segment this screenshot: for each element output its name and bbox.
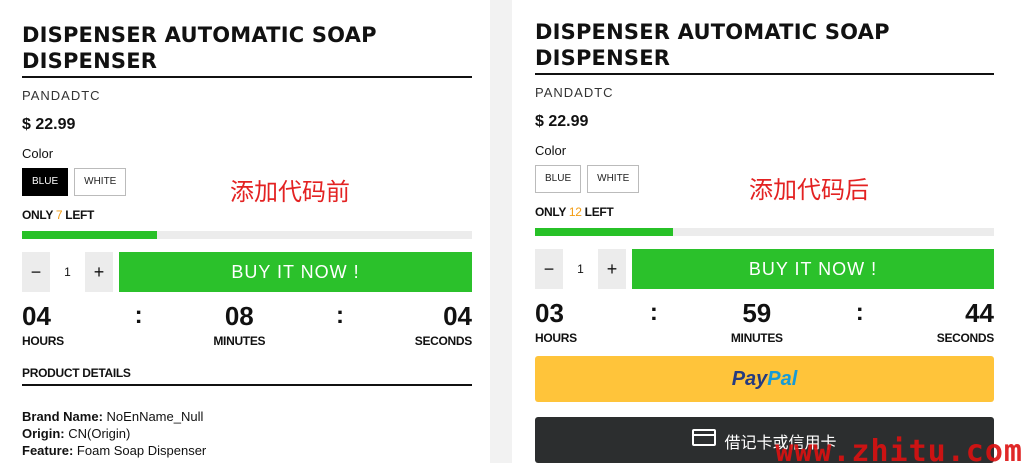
color-label: Color: [22, 146, 54, 161]
product-vendor[interactable]: PANDADTC: [22, 88, 472, 104]
qty-input[interactable]: 1: [50, 252, 85, 292]
credit-card-icon: [692, 429, 717, 446]
spec-value: CN(Origin): [68, 426, 131, 441]
timer-separator: :: [855, 299, 864, 326]
buy-now-button[interactable]: BUY IT NOW !: [119, 252, 472, 292]
timer-minutes-label: MINUTES: [730, 331, 783, 345]
timer-hours-label: HOURS: [22, 334, 64, 348]
timer-hours: 03 HOURS: [535, 299, 577, 345]
timer-seconds: 04 SECONDS: [414, 301, 473, 348]
buy-row: − 1 + BUY IT NOW !: [535, 249, 994, 289]
product-price: $ 22.99: [22, 116, 76, 133]
timer-seconds-value: 04: [443, 301, 472, 331]
product-vendor[interactable]: PANDADTC: [535, 85, 994, 101]
product-specs: Brand Name: NoEnName_Null Origin: CN(Ori…: [22, 408, 472, 459]
timer-separator: :: [649, 299, 658, 326]
spec-row: Feature: Foam Soap Dispenser: [22, 442, 472, 459]
timer-seconds-label: SECONDS: [414, 334, 473, 348]
qty-minus-button[interactable]: −: [535, 259, 563, 280]
product-title: DISPENSER AUTOMATIC SOAP DISPENSER: [22, 22, 472, 78]
timer-seconds-label: SECONDS: [936, 331, 995, 345]
swatch-white[interactable]: WHITE: [74, 168, 127, 196]
qty-plus-button[interactable]: +: [85, 262, 113, 283]
buy-now-button[interactable]: BUY IT NOW !: [632, 249, 994, 289]
qty-plus-button[interactable]: +: [598, 259, 626, 280]
countdown-timer: 03 HOURS : 59 MINUTES : 44 SECONDS: [535, 299, 994, 345]
spec-value: NoEnName_Null: [106, 409, 204, 424]
stock-count: 12: [568, 205, 582, 219]
product-info: DISPENSER AUTOMATIC SOAP DISPENSER PANDA…: [22, 22, 472, 459]
swatch-blue[interactable]: BLUE: [22, 168, 69, 196]
stock-count: 7: [55, 208, 63, 222]
timer-separator: :: [134, 302, 143, 329]
spec-key: Feature:: [22, 443, 74, 458]
swatch-blue[interactable]: BLUE: [535, 165, 582, 193]
product-info: DISPENSER AUTOMATIC SOAP DISPENSER PANDA…: [535, 19, 994, 463]
qty-input[interactable]: 1: [563, 249, 598, 289]
paypal-button[interactable]: Pay Pal: [535, 356, 994, 402]
timer-separator: :: [336, 302, 344, 329]
spec-row: Brand Name: NoEnName_Null: [22, 408, 472, 425]
stock-progress-bar: [535, 228, 994, 236]
annotation-after: 添加代码后: [749, 176, 869, 204]
watermark: www.zhitu.com: [775, 434, 1023, 463]
timer-seconds: 44 SECONDS: [936, 298, 995, 345]
annotation-before: 添加代码前: [230, 178, 350, 206]
product-panel-before: DISPENSER AUTOMATIC SOAP DISPENSER PANDA…: [0, 0, 490, 463]
stock-suffix: LEFT: [65, 208, 95, 222]
stock-prefix: ONLY: [22, 208, 53, 222]
timer-seconds-value: 44: [965, 298, 994, 328]
paypal-logo-pay: Pay: [731, 367, 768, 390]
buy-row: − 1 + BUY IT NOW !: [22, 252, 472, 292]
product-price: $ 22.99: [535, 113, 589, 130]
stock-progress-fill: [535, 228, 673, 236]
countdown-timer: 04 HOURS : 08 MINUTES : 04 SECONDS: [22, 302, 472, 348]
timer-hours-value: 03: [535, 298, 564, 328]
quantity-stepper: − 1 +: [22, 252, 113, 292]
spec-key: Origin:: [22, 426, 65, 441]
paypal-logo-pal: Pal: [767, 367, 798, 390]
stock-suffix: LEFT: [584, 205, 614, 219]
product-title: DISPENSER AUTOMATIC SOAP DISPENSER: [535, 19, 994, 75]
stock-progress-fill: [22, 231, 157, 239]
timer-minutes: 08 MINUTES: [213, 302, 265, 348]
product-details-heading: PRODUCT DETAILS: [22, 366, 472, 386]
color-label: Color: [535, 143, 567, 158]
spec-row: Origin: CN(Origin): [22, 425, 472, 442]
timer-minutes-value: 08: [224, 301, 254, 331]
spec-value: Foam Soap Dispenser: [76, 443, 207, 458]
timer-minutes-value: 59: [742, 298, 772, 328]
stock-progress-bar: [22, 231, 472, 239]
timer-hours: 04 HOURS: [22, 302, 64, 348]
timer-hours-value: 04: [22, 301, 51, 331]
stock-prefix: ONLY: [535, 205, 566, 219]
product-panel-after: DISPENSER AUTOMATIC SOAP DISPENSER PANDA…: [512, 0, 1025, 463]
quantity-stepper: − 1 +: [535, 249, 626, 289]
timer-minutes: 59 MINUTES: [731, 299, 783, 345]
stock-indicator: ONLY 12 LEFT: [535, 205, 994, 219]
spec-key: Brand Name:: [22, 409, 103, 424]
qty-minus-button[interactable]: −: [22, 262, 50, 283]
swatch-white[interactable]: WHITE: [587, 165, 640, 193]
timer-hours-label: HOURS: [535, 331, 577, 345]
timer-minutes-label: MINUTES: [213, 334, 266, 348]
stock-indicator: ONLY 7 LEFT: [22, 208, 472, 222]
